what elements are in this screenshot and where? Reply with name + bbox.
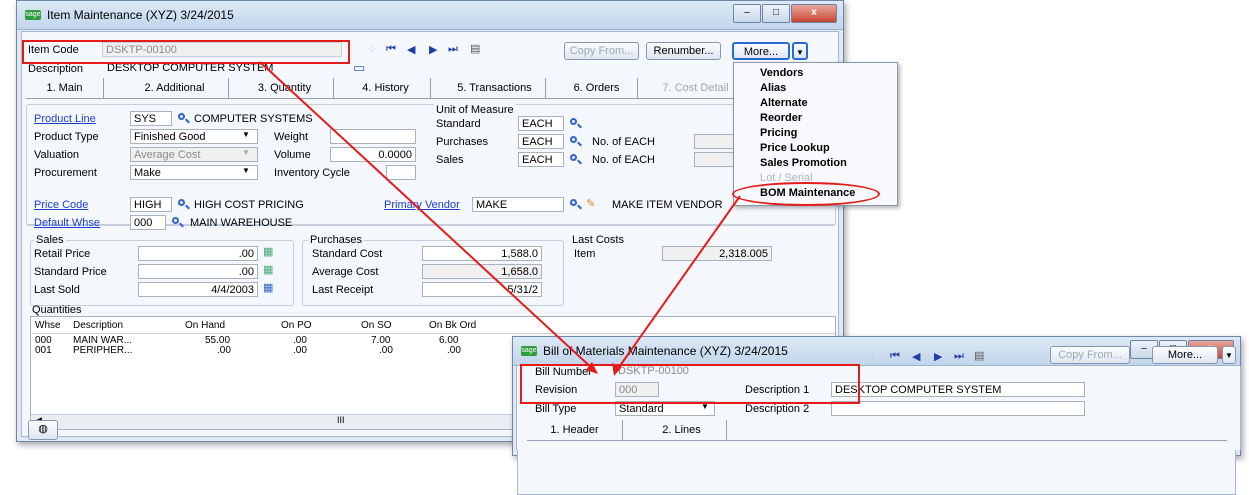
arrow-menu-to-bom [616,195,741,371]
arrow-item-to-bom [259,61,595,371]
highlight-arrows [259,61,741,376]
